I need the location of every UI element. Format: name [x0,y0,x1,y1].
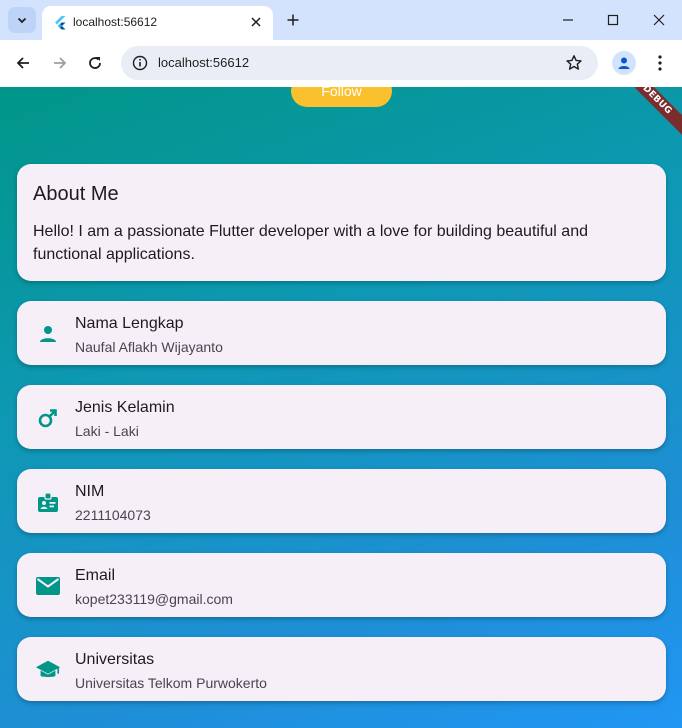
address-bar[interactable]: localhost:56612 [121,46,598,80]
browser-titlebar: localhost:56612 [0,0,682,40]
chevron-down-icon [17,17,27,24]
info-value: 2211104073 [75,507,151,523]
tab-search-button[interactable] [8,7,36,33]
male-icon [35,405,61,431]
school-icon [35,657,61,683]
plus-icon [287,14,299,26]
forward-button[interactable] [49,52,71,74]
info-label: NIM [75,483,105,500]
close-icon [653,14,665,26]
about-me-text: Hello! I am a passionate Flutter develop… [33,223,588,263]
info-label: Email [75,567,116,584]
browser-menu-button[interactable] [650,52,670,74]
person-icon [35,321,61,347]
info-value: Laki - Laki [75,423,139,439]
maximize-button[interactable] [603,10,623,30]
bookmark-star-icon[interactable] [564,53,584,73]
browser-tab[interactable]: localhost:56612 [42,6,273,40]
info-label: Nama Lengkap [75,315,184,332]
tab-title: localhost:56612 [73,15,158,29]
site-info-icon[interactable] [131,54,149,72]
browser-toolbar: localhost:56612 [0,40,682,87]
arrow-right-icon [54,57,67,69]
about-me-title: About Me [33,183,119,205]
reload-button[interactable] [84,52,106,74]
follow-button[interactable]: Follow [291,87,392,107]
badge-icon [35,489,61,515]
debug-banner-label: DEBUG [640,87,674,117]
info-card-universitas[interactable]: Universitas Universitas Telkom Purwokert… [17,637,666,701]
arrow-left-icon [16,57,29,69]
account-icon [618,57,630,69]
url-text[interactable]: localhost:56612 [158,55,249,70]
tab-close-icon[interactable] [247,13,265,31]
maximize-icon [607,14,619,26]
info-label: Universitas [75,651,155,668]
more-vert-icon [658,55,662,71]
info-value: kopet233119@gmail.com [75,591,233,607]
flutter-logo-icon [55,16,66,30]
info-value: Naufal Aflakh Wijayanto [75,339,223,355]
info-value: Universitas Telkom Purwokerto [75,675,267,691]
email-icon [35,573,61,599]
info-card-nama-lengkap[interactable]: Nama Lengkap Naufal Aflakh Wijayanto [17,301,666,365]
minimize-icon [563,19,573,21]
info-card-email[interactable]: Email kopet233119@gmail.com [17,553,666,617]
new-tab-button[interactable] [283,10,303,30]
debug-banner: DEBUG [613,87,682,144]
about-me-card: About Me Hello! I am a passionate Flutte… [17,164,666,281]
profile-avatar[interactable] [612,51,636,75]
close-window-button[interactable] [649,10,669,30]
back-button[interactable] [12,52,34,74]
minimize-button[interactable] [558,10,578,30]
info-label: Jenis Kelamin [75,399,175,416]
app-viewport[interactable]: Follow DEBUG About Me Hello! I am a pass… [0,87,682,728]
info-card-jenis-kelamin[interactable]: Jenis Kelamin Laki - Laki [17,385,666,449]
info-card-nim[interactable]: NIM 2211104073 [17,469,666,533]
reload-icon [89,57,101,69]
